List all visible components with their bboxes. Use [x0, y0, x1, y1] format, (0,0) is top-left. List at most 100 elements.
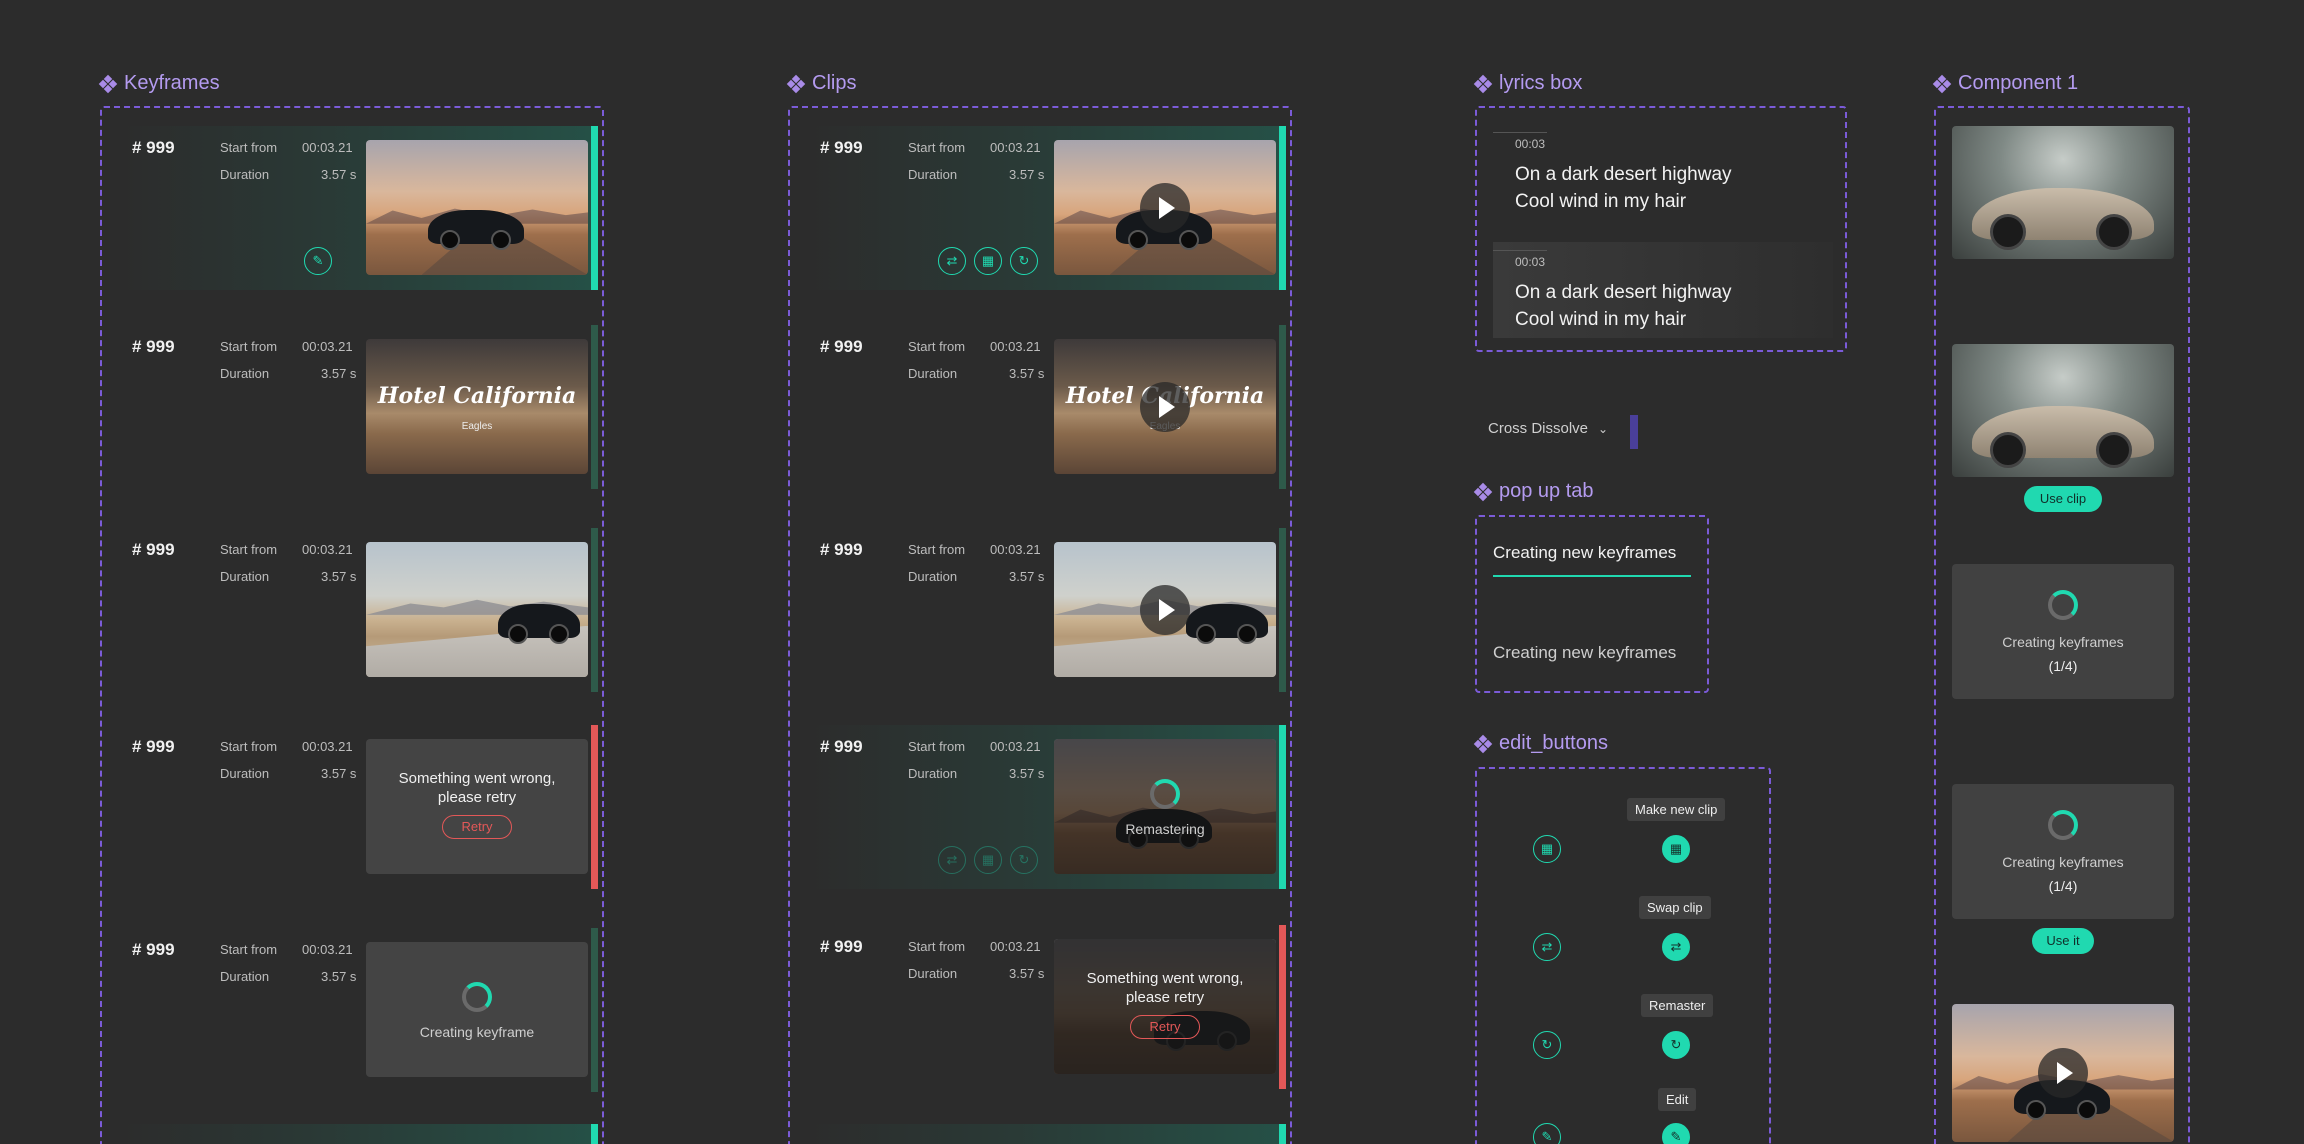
- swap-icon[interactable]: ⇄: [938, 247, 966, 275]
- transition-dropdown[interactable]: Cross Dissolve ⌄: [1488, 420, 1608, 437]
- play-icon[interactable]: [1140, 381, 1190, 432]
- swap-icon: ⇄: [938, 846, 966, 874]
- tab-inactive[interactable]: Creating new keyframes: [1493, 643, 1676, 663]
- clip-thumbnail[interactable]: [1054, 140, 1276, 275]
- clips-title: Clips: [786, 72, 856, 95]
- lyric-line: On a dark desert highway: [1515, 164, 1732, 185]
- car-image: [1972, 406, 2154, 468]
- start-value: 00:03.21: [302, 140, 353, 155]
- new-clip-icon[interactable]: ▦: [1533, 835, 1561, 863]
- clip-thumbnail[interactable]: Hotel California Eagles: [1054, 339, 1276, 474]
- tooltip-make-new-clip: Make new clip: [1627, 798, 1726, 821]
- row-index: # 999: [820, 337, 863, 356]
- row-index: # 999: [132, 940, 175, 959]
- lyric-item[interactable]: 00:03 On a dark desert highway Cool wind…: [1493, 124, 1833, 224]
- car-image: [498, 604, 580, 644]
- clip-thumbnail[interactable]: [1054, 542, 1276, 677]
- play-icon[interactable]: [2038, 1048, 2088, 1098]
- error-card: Something went wrong, please retry Retry: [1054, 939, 1276, 1074]
- clip-row[interactable]: # 999 Start from 00:03.21 Duration 3.57 …: [808, 325, 1286, 489]
- retry-button[interactable]: Retry: [1130, 1015, 1200, 1039]
- start-label: Start from: [908, 939, 966, 954]
- keyframe-row[interactable]: # 999 Start from 00:03.21 Duration 3.57 …: [120, 325, 598, 489]
- loading-text: Creating keyframes: [2002, 634, 2124, 650]
- row-index: # 999: [132, 138, 175, 157]
- start-label: Start from: [220, 140, 278, 155]
- clip-preview[interactable]: [1952, 1004, 2174, 1142]
- keyframes-frame: # 999 Start from 00:03.21 Duration 3.57 …: [100, 106, 604, 1144]
- clip-row[interactable]: # 999 Start from 00:03.21 Duration 3.57 …: [808, 528, 1286, 692]
- use-it-button[interactable]: Use it: [2032, 928, 2094, 954]
- clip-row[interactable]: # 999 Start from 00:03.21 Duration 3.57 …: [808, 126, 1286, 290]
- status-bar: [591, 1124, 598, 1144]
- spinner-icon: [462, 982, 492, 1012]
- component-title: Component 1: [1932, 72, 2078, 95]
- keyframe-row[interactable]: # 999 Start from 00:03.21 Duration 3.57 …: [120, 126, 598, 290]
- duration-value: 3.57 s: [1009, 766, 1045, 781]
- start-label: Start from: [220, 542, 278, 557]
- duration-value: 3.57 s: [1009, 167, 1045, 182]
- keyframe-row[interactable]: # 999 Start from 00:03.21 Duration 3.57 …: [120, 725, 598, 889]
- new-clip-icon[interactable]: ▦: [974, 247, 1002, 275]
- retry-button[interactable]: Retry: [442, 815, 512, 839]
- lyric-line: Cool wind in my hair: [1515, 309, 1687, 330]
- swap-icon-hover[interactable]: ⇄: [1662, 933, 1690, 961]
- clip-row[interactable]: # 999 Start from 00:03.21 Duration 3.57 …: [808, 925, 1286, 1089]
- play-icon[interactable]: [1140, 182, 1190, 233]
- duration-value: 3.57 s: [321, 969, 357, 984]
- edit-icon[interactable]: ✎: [1533, 1123, 1561, 1144]
- duration-label: Duration: [220, 366, 270, 381]
- swap-icon[interactable]: ⇄: [1533, 933, 1561, 961]
- lyrics-frame: 00:03 On a dark desert highway Cool wind…: [1475, 106, 1847, 352]
- clip-row[interactable]: # 999 Start from 00:03.21 Duration 3.57 …: [808, 725, 1286, 889]
- start-value: 00:03.21: [990, 339, 1041, 354]
- duration-label: Duration: [908, 366, 958, 381]
- row-index: # 999: [820, 937, 863, 956]
- tooltip-swap-clip: Swap clip: [1639, 896, 1711, 919]
- start-value: 00:03.21: [302, 739, 353, 754]
- remaster-icon-hover[interactable]: ↻: [1662, 1031, 1690, 1059]
- new-clip-icon-hover[interactable]: ▦: [1662, 835, 1690, 863]
- edit-icon-hover[interactable]: ✎: [1662, 1123, 1690, 1144]
- duration-label: Duration: [220, 167, 270, 182]
- keyframe-thumbnail[interactable]: Hotel California Eagles: [366, 339, 588, 474]
- keyframe-row[interactable]: # 999 Start from 00:03.21 Duration 3.57 …: [120, 528, 598, 692]
- loading-card: Creating keyframes (1/4): [1952, 784, 2174, 919]
- tooltip-remaster: Remaster: [1641, 994, 1714, 1017]
- lyric-item-selected[interactable]: 00:03 On a dark desert highway Cool wind…: [1493, 242, 1833, 338]
- keyframe-thumbnail[interactable]: [366, 542, 588, 677]
- component-frame: Use clip Creating keyframes (1/4) Creati…: [1934, 106, 2190, 1144]
- status-bar: [1279, 325, 1286, 489]
- keyframe-row[interactable]: [120, 1124, 598, 1144]
- loading-card: Creating keyframes (1/4): [1952, 564, 2174, 699]
- clip-preview[interactable]: [1952, 344, 2174, 477]
- tab-active[interactable]: Creating new keyframes: [1493, 543, 1676, 563]
- clip-row[interactable]: [808, 1124, 1286, 1144]
- remaster-icon[interactable]: ↻: [1533, 1031, 1561, 1059]
- edit-icon[interactable]: ✎: [304, 247, 332, 275]
- error-message: Something went wrong, please retry: [398, 770, 556, 806]
- play-icon[interactable]: [1140, 584, 1190, 635]
- lyric-line: On a dark desert highway: [1515, 282, 1732, 303]
- transition-selected: Cross Dissolve: [1488, 420, 1589, 437]
- error-message: Something went wrong, please retry: [1086, 970, 1244, 1006]
- start-label: Start from: [908, 339, 966, 354]
- start-value: 00:03.21: [990, 939, 1041, 954]
- duration-value: 3.57 s: [321, 167, 357, 182]
- loading-progress: (1/4): [2048, 658, 2078, 674]
- keyframe-row[interactable]: # 999 Start from 00:03.21 Duration 3.57 …: [120, 928, 598, 1092]
- lyric-line: Cool wind in my hair: [1515, 191, 1687, 212]
- start-value: 00:03.21: [990, 542, 1041, 557]
- duration-label: Duration: [220, 766, 270, 781]
- remaster-icon[interactable]: ↻: [1010, 247, 1038, 275]
- edit-buttons-frame: Make new clip ▦ ▦ Swap clip ⇄ ⇄ Remaster…: [1475, 767, 1771, 1144]
- status-bar: [591, 928, 598, 1092]
- component-icon: [786, 74, 806, 93]
- use-clip-button[interactable]: Use clip: [2024, 486, 2102, 512]
- row-index: # 999: [820, 138, 863, 157]
- clip-preview[interactable]: [1952, 126, 2174, 259]
- new-clip-icon: ▦: [974, 846, 1002, 874]
- spinner-icon: [2048, 810, 2078, 840]
- keyframe-thumbnail[interactable]: [366, 140, 588, 275]
- car-image: [1186, 604, 1268, 644]
